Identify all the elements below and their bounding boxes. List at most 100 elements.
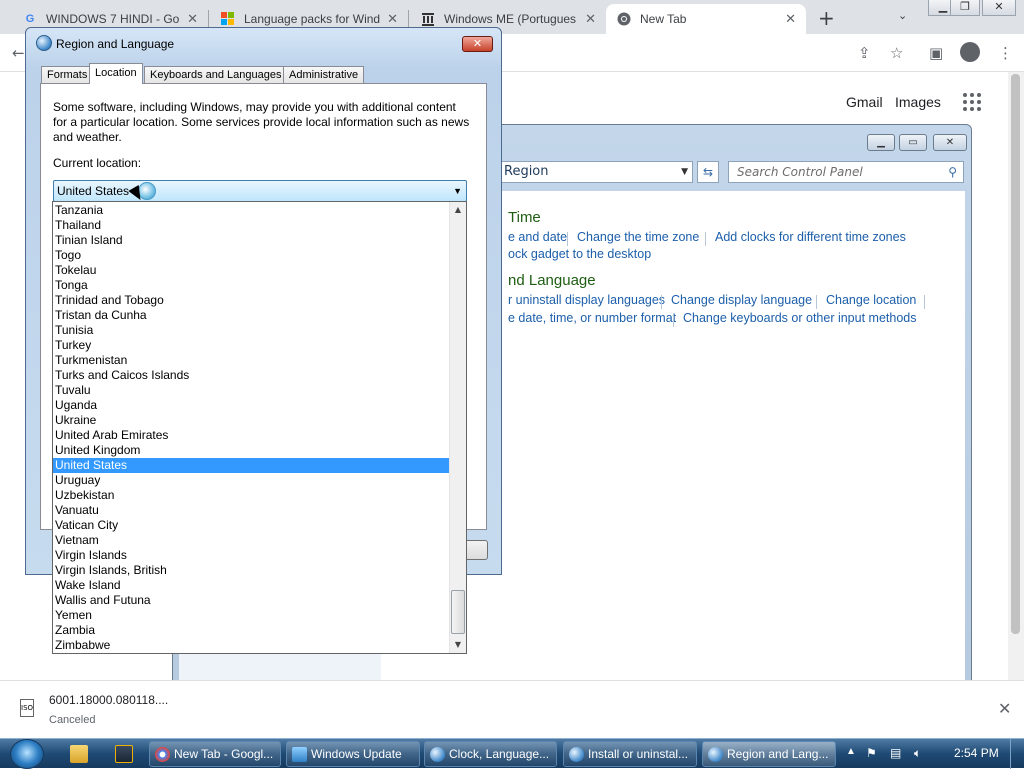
location-option[interactable]: United Kingdom xyxy=(53,443,450,458)
close-tab-icon[interactable]: ✕ xyxy=(785,11,796,27)
browser-tab-active[interactable]: New Tab ✕ xyxy=(606,4,806,34)
dropdown-scrollbar[interactable]: ▲ ▼ xyxy=(449,202,466,653)
taskbar-button-active[interactable]: Region and Lang... xyxy=(702,741,836,767)
page-scrollbar[interactable] xyxy=(1008,72,1024,680)
location-option[interactable]: Tanzania xyxy=(53,203,450,218)
location-option[interactable]: Tokelau xyxy=(53,263,450,278)
action-center-icon[interactable]: ⚑ xyxy=(866,746,877,760)
taskbar-button[interactable]: New Tab - Googl... xyxy=(149,741,281,767)
close-tab-icon[interactable]: ✕ xyxy=(387,11,398,27)
address-bar[interactable]: Region ▼ xyxy=(493,161,693,183)
tab-location[interactable]: Location xyxy=(89,63,143,84)
menu-icon[interactable]: ⋮ xyxy=(998,44,1013,62)
location-option[interactable]: United Arab Emirates xyxy=(53,428,450,443)
location-option[interactable]: Wallis and Futuna xyxy=(53,593,450,608)
location-option[interactable]: Tristan da Cunha xyxy=(53,308,450,323)
link-uninstall-display-languages[interactable]: r uninstall display languages xyxy=(508,293,665,307)
section-heading-language[interactable]: nd Language xyxy=(508,272,596,289)
link-date-time[interactable]: e and date xyxy=(508,230,567,244)
google-icon: G xyxy=(25,13,35,25)
close-tab-icon[interactable]: ✕ xyxy=(585,11,596,27)
gmail-link[interactable]: Gmail xyxy=(846,94,883,110)
microsoft-icon xyxy=(220,11,236,27)
location-combobox[interactable]: United States ▼ xyxy=(53,180,467,202)
location-option[interactable]: Uganda xyxy=(53,398,450,413)
taskbar-button[interactable]: Install or uninstal... xyxy=(563,741,697,767)
location-option[interactable]: Turkey xyxy=(53,338,450,353)
location-option[interactable]: Zimbabwe xyxy=(53,638,450,653)
images-link[interactable]: Images xyxy=(895,94,941,110)
restore-icon[interactable]: ❐ xyxy=(950,0,980,16)
location-option[interactable]: Tonga xyxy=(53,278,450,293)
scroll-up-icon[interactable]: ▲ xyxy=(450,202,466,218)
link-add-clocks[interactable]: Add clocks for different time zones xyxy=(715,230,906,244)
close-icon[interactable]: ✕ xyxy=(998,699,1011,718)
location-option[interactable]: Thailand xyxy=(53,218,450,233)
location-option[interactable]: Tuvalu xyxy=(53,383,450,398)
scroll-down-icon[interactable]: ▼ xyxy=(450,637,466,653)
chevron-down-icon[interactable]: ▼ xyxy=(681,162,688,182)
location-dropdown-list[interactable]: Tanzania Thailand Tinian Island Togo Tokelau… xyxy=(52,201,467,654)
link-change-time-zone[interactable]: Change the time zone xyxy=(577,230,699,244)
location-option[interactable]: Togo xyxy=(53,248,450,263)
location-option[interactable]: Wake Island xyxy=(53,578,450,593)
link-change-location[interactable]: Change location xyxy=(826,293,916,307)
tab-separator xyxy=(208,10,209,28)
location-description: Some software, including Windows, may pr… xyxy=(53,100,470,144)
location-option[interactable]: Vatican City xyxy=(53,518,450,533)
location-option[interactable]: Ukraine xyxy=(53,413,450,428)
refresh-icon[interactable]: ⇆ xyxy=(697,161,719,183)
volume-icon[interactable]: 🔈︎ xyxy=(914,746,921,761)
link-change-display-language[interactable]: Change display language xyxy=(671,293,812,307)
show-hidden-icons-icon[interactable]: ▲ xyxy=(846,746,856,757)
back-icon[interactable]: ← xyxy=(12,44,25,62)
download-filename[interactable]: 6001.18000.080118.... xyxy=(49,693,168,707)
link-clock-gadget[interactable]: ock gadget to the desktop xyxy=(508,247,651,261)
media-player-icon[interactable] xyxy=(115,745,133,763)
scrollbar-thumb[interactable] xyxy=(451,590,465,634)
network-icon[interactable]: ▤ xyxy=(890,746,901,760)
close-icon[interactable]: ✕ xyxy=(462,36,493,52)
share-icon[interactable]: ⇪ xyxy=(858,44,871,62)
minimize-icon[interactable]: ▁ xyxy=(867,134,895,151)
location-option[interactable]: Vanuatu xyxy=(53,503,450,518)
close-icon[interactable]: ✕ xyxy=(982,0,1016,16)
clock[interactable]: 2:54 PM xyxy=(954,746,999,760)
location-option[interactable]: Turkmenistan xyxy=(53,353,450,368)
location-option[interactable]: Virgin Islands xyxy=(53,548,450,563)
location-option[interactable]: United States xyxy=(53,458,450,473)
location-option[interactable]: Vietnam xyxy=(53,533,450,548)
search-input[interactable]: Search Control Panel ⚲ xyxy=(728,161,964,183)
location-option[interactable]: Yemen xyxy=(53,608,450,623)
explorer-icon[interactable] xyxy=(70,745,88,763)
link-change-keyboards[interactable]: Change keyboards or other input methods xyxy=(683,311,916,325)
search-icon[interactable]: ⚲ xyxy=(948,162,957,182)
maximize-icon[interactable]: ▭ xyxy=(899,134,927,151)
location-option[interactable]: Tunisia xyxy=(53,323,450,338)
show-desktop-button[interactable] xyxy=(1010,739,1024,769)
start-button[interactable] xyxy=(10,739,44,769)
location-option[interactable]: Turks and Caicos Islands xyxy=(53,368,450,383)
side-panel-icon[interactable]: ▣ xyxy=(929,44,943,62)
chevron-down-icon[interactable]: ▼ xyxy=(453,181,462,201)
profile-avatar-icon[interactable] xyxy=(960,42,980,62)
location-option[interactable]: Tinian Island xyxy=(53,233,450,248)
apps-grid-icon[interactable] xyxy=(962,92,982,115)
new-tab-icon[interactable]: + xyxy=(818,6,835,30)
tab-separator xyxy=(408,10,409,28)
location-option[interactable]: Zambia xyxy=(53,623,450,638)
scrollbar-thumb[interactable] xyxy=(1011,74,1020,634)
link-change-format[interactable]: e date, time, or number format xyxy=(508,311,676,325)
tab-search-icon[interactable]: ⌄ xyxy=(898,9,907,22)
bookmark-star-icon[interactable]: ☆ xyxy=(890,44,903,62)
close-icon[interactable]: ✕ xyxy=(933,134,967,151)
location-option[interactable]: Virgin Islands, British xyxy=(53,563,450,578)
taskbar-button[interactable]: Windows Update xyxy=(286,741,420,767)
location-option[interactable]: Trinidad and Tobago xyxy=(53,293,450,308)
taskbar-label: New Tab - Googl... xyxy=(174,747,274,761)
section-heading-time[interactable]: Time xyxy=(508,209,541,226)
taskbar-button[interactable]: Clock, Language... xyxy=(424,741,557,767)
close-tab-icon[interactable]: ✕ xyxy=(187,11,198,27)
location-option[interactable]: Uruguay xyxy=(53,473,450,488)
location-option[interactable]: Uzbekistan xyxy=(53,488,450,503)
